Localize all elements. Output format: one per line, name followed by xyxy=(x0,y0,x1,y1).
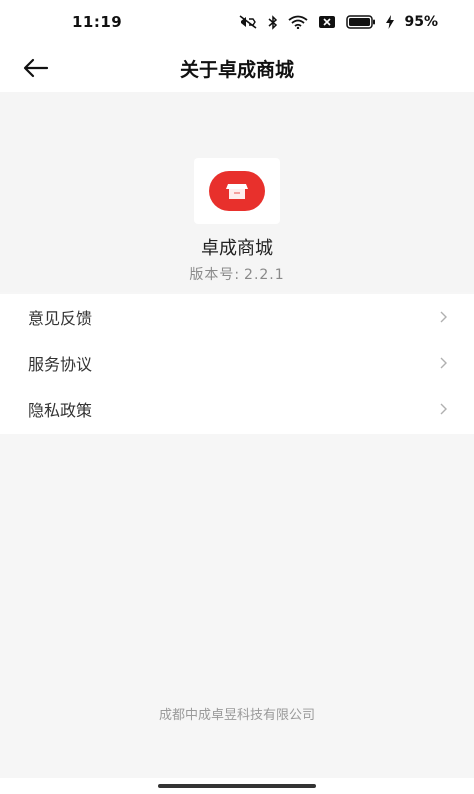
menu-item-service-agreement[interactable]: 服务协议 xyxy=(0,340,474,386)
nav-bar: 关于卓成商城 xyxy=(0,44,474,92)
charging-icon xyxy=(386,15,395,29)
menu-item-label: 服务协议 xyxy=(28,355,93,374)
sim-icon xyxy=(318,15,336,29)
back-button[interactable] xyxy=(18,52,54,84)
battery-icon xyxy=(346,15,376,29)
app-info-section: 卓成商城 版本号: 2.2.1 xyxy=(0,92,474,292)
version-number: 2.2.1 xyxy=(244,267,285,283)
status-bar: 11:19 95% xyxy=(0,0,474,44)
status-icons: 95% xyxy=(238,14,438,30)
wifi-icon xyxy=(288,15,309,29)
store-icon xyxy=(209,171,265,211)
home-indicator[interactable] xyxy=(158,784,316,788)
app-logo xyxy=(194,158,280,224)
chevron-right-icon xyxy=(440,357,447,369)
app-version: 版本号: 2.2.1 xyxy=(0,264,474,284)
battery-percent: 95% xyxy=(404,14,438,30)
menu-item-label: 意见反馈 xyxy=(28,309,93,328)
menu-item-label: 隐私政策 xyxy=(28,401,93,420)
version-label: 版本号: xyxy=(189,267,241,283)
chevron-right-icon xyxy=(440,403,447,415)
arrow-left-icon xyxy=(23,58,49,78)
page-title: 关于卓成商城 xyxy=(179,58,294,81)
bluetooth-icon xyxy=(268,14,278,30)
chevron-right-icon xyxy=(440,311,447,323)
menu-item-feedback[interactable]: 意见反馈 xyxy=(0,294,474,340)
mute-icon xyxy=(238,15,258,29)
app-name: 卓成商城 xyxy=(201,238,273,259)
settings-menu: 意见反馈 服务协议 隐私政策 xyxy=(0,294,474,434)
menu-item-privacy-policy[interactable]: 隐私政策 xyxy=(0,386,474,432)
company-name: 成都中成卓昱科技有限公司 xyxy=(158,708,315,723)
status-time: 11:19 xyxy=(72,13,123,31)
